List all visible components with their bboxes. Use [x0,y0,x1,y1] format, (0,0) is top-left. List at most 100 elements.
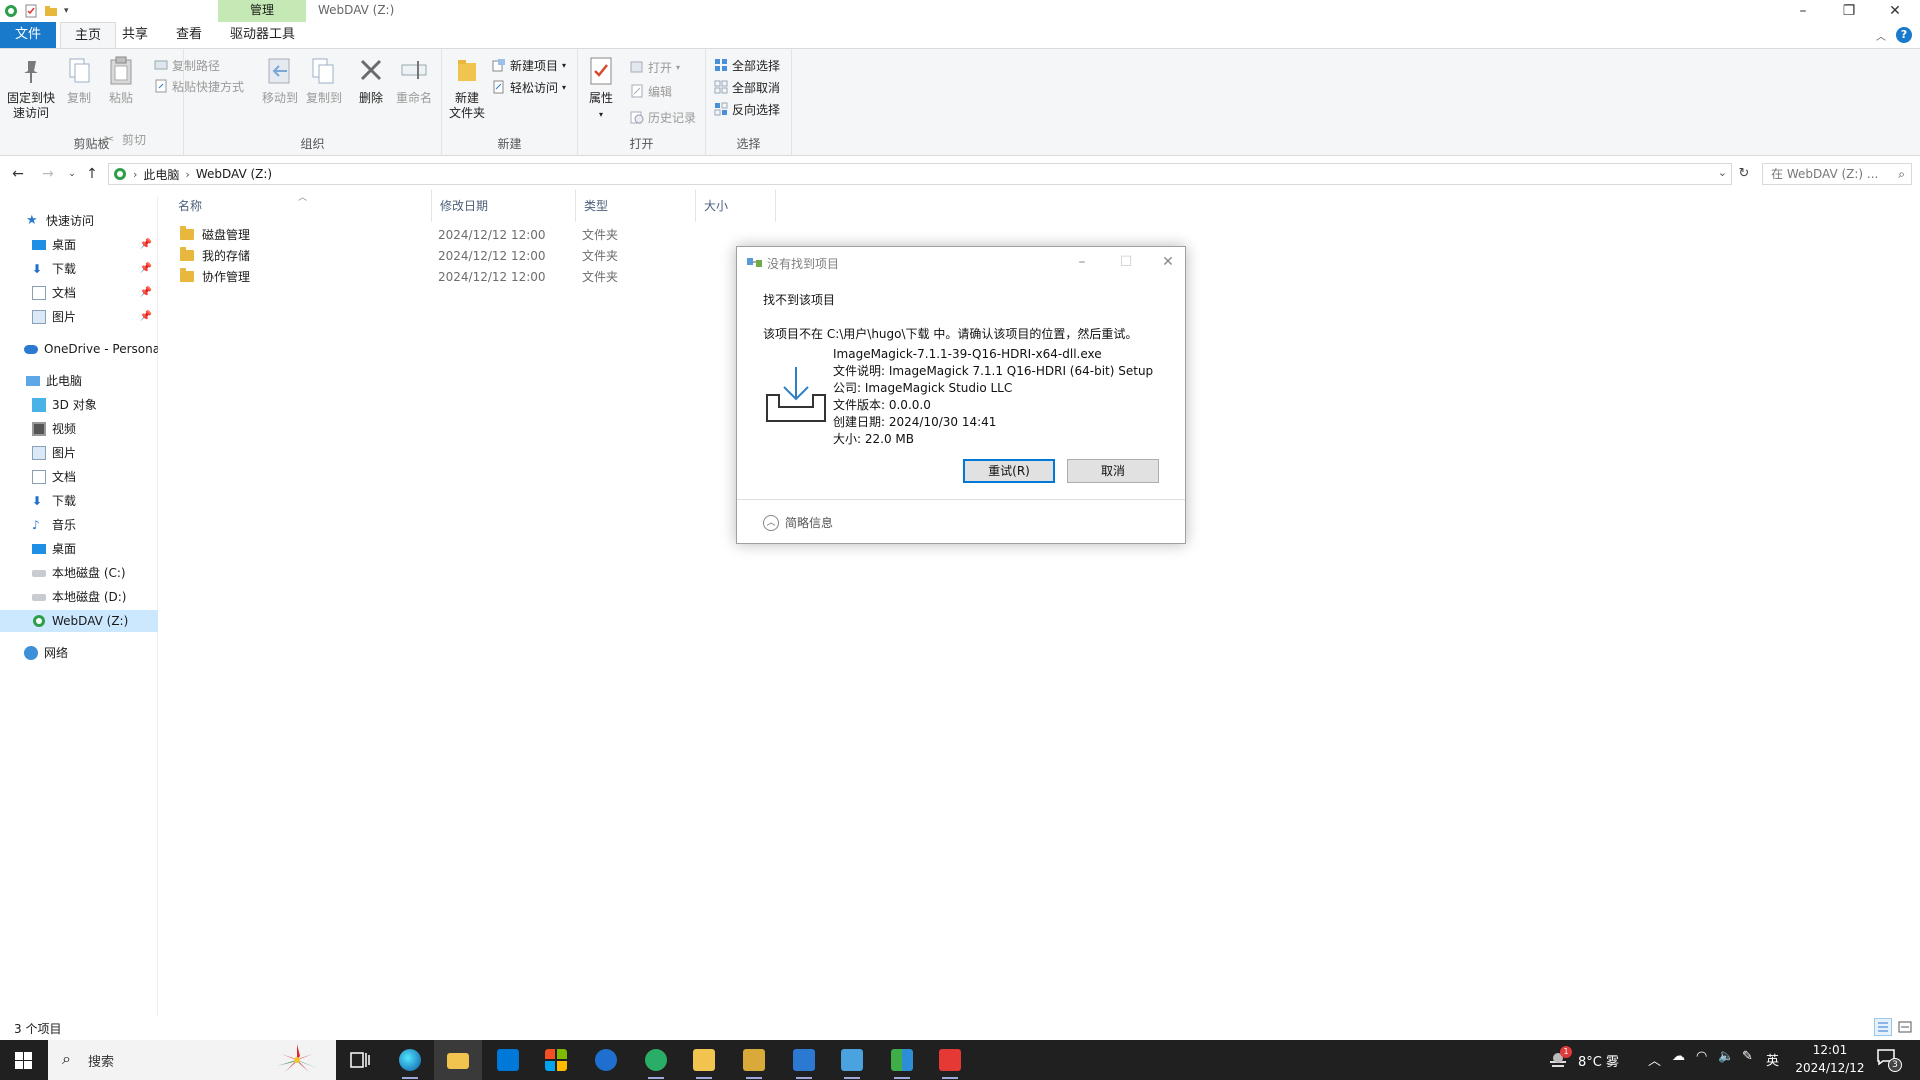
breadcrumb-this-pc[interactable]: 此电脑 [143,166,179,183]
taskbar-tiles-app[interactable] [532,1040,580,1080]
taskbar-red-app[interactable] [926,1040,974,1080]
close-button[interactable]: ✕ [1872,0,1918,22]
taskbar-remote-desktop[interactable] [828,1040,876,1080]
fewer-details-toggle[interactable]: ︿ 简略信息 [763,514,833,531]
tab-file[interactable]: 文件 [0,22,56,48]
nav-pc-webdav[interactable]: WebDAV (Z:) [0,610,158,632]
nav-quick-documents[interactable]: 文档 📌 [0,282,158,304]
back-arrow-icon[interactable]: ← [8,164,28,184]
nav-quick-desktop[interactable]: 桌面 📌 [0,234,158,256]
forward-arrow-icon[interactable]: → [38,164,58,184]
nav-onedrive[interactable]: OneDrive - Persona [0,338,158,360]
breadcrumb-webdav[interactable]: WebDAV (Z:) [196,167,272,181]
nav-quick-downloads[interactable]: ⬇ 下载 📌 [0,258,158,280]
nav-pc-pictures[interactable]: 图片 [0,442,158,464]
pin-icon[interactable]: 📌 [140,258,152,280]
minimize-button[interactable]: – [1780,0,1826,22]
nav-network[interactable]: 网络 [0,642,158,664]
table-row[interactable]: 协作管理 2024/12/12 12:00 文件夹 [170,267,790,288]
rename-button[interactable]: 重命名 [394,55,434,106]
column-header-size[interactable]: 大小 [696,190,776,222]
notification-center-button[interactable]: 3 [1876,1048,1902,1072]
retry-button[interactable]: 重试(R) [963,459,1055,483]
start-button[interactable] [0,1040,48,1080]
dialog-minimize-button[interactable]: – [1067,251,1097,273]
taskbar-feather-app[interactable] [582,1040,630,1080]
new-folder-quick-icon[interactable] [44,4,58,18]
history-button[interactable]: 历史记录 [630,107,696,127]
table-row[interactable]: 我的存储 2024/12/12 12:00 文件夹 [170,246,790,267]
collapse-ribbon-icon[interactable]: ︿ [1876,28,1886,43]
weather-icon[interactable]: 1 [1546,1046,1572,1072]
taskbar-edge-browser[interactable] [386,1040,434,1080]
dialog-close-button[interactable]: ✕ [1153,251,1183,273]
nav-pc-downloads[interactable]: ⬇ 下载 [0,490,158,512]
recent-locations-chevron-icon[interactable]: ⌄ [62,164,82,184]
pin-quick-access-button[interactable]: 固定到快 速访问 [6,55,56,121]
nav-pc-music[interactable]: ♪ 音乐 [0,514,158,536]
nav-pc-videos[interactable]: 视频 [0,418,158,440]
weather-text[interactable]: 8°C 雾 [1578,1051,1619,1070]
nav-this-pc[interactable]: 此电脑 [0,370,158,392]
pin-icon[interactable]: 📌 [140,306,152,328]
show-hidden-icons-chevron-icon[interactable]: ︿ [1648,1050,1661,1069]
tab-share[interactable]: 共享 [108,22,162,48]
easy-access-button[interactable]: 轻松访问 ▾ [492,77,566,97]
restore-button[interactable]: ❐ [1826,0,1872,22]
taskbar-green-app[interactable] [878,1040,926,1080]
clock-date[interactable]: 2024/12/12 [1792,1061,1868,1075]
task-view-button[interactable] [336,1040,384,1080]
delete-button[interactable]: 删除 [354,55,388,106]
address-dropdown-icon[interactable]: ⌄ [1718,166,1727,179]
help-icon[interactable]: ? [1896,27,1912,43]
column-header-modified[interactable]: 修改日期 [432,190,576,222]
copy-to-button[interactable]: 复制到 [304,55,344,106]
properties-quick-icon[interactable] [24,4,38,18]
taskbar-explorer-terminal[interactable] [680,1040,728,1080]
pin-icon[interactable]: 📌 [140,282,152,304]
nav-pc-drive-c[interactable]: 本地磁盘 (C:) [0,562,158,584]
cancel-button[interactable]: 取消 [1067,459,1159,483]
column-header-type[interactable]: 类型 [576,190,696,222]
copy-button[interactable]: 复制 [62,55,96,106]
nav-quick-pictures[interactable]: 图片 📌 [0,306,158,328]
nav-quick-access[interactable]: ★ 快速访问 [0,210,158,232]
new-folder-button[interactable]: 新建 文件夹 [446,55,488,121]
nav-pc-drive-d[interactable]: 本地磁盘 (D:) [0,586,158,608]
ime-indicator[interactable]: 英 [1766,1050,1779,1069]
onedrive-cloud-icon[interactable]: ☁ [1672,1049,1685,1064]
select-none-button[interactable]: 全部取消 [714,77,780,97]
select-all-button[interactable]: 全部选择 [714,55,780,75]
wifi-icon[interactable]: ◠ [1696,1049,1707,1064]
nav-pc-documents[interactable]: 文档 [0,466,158,488]
nav-pc-3d-objects[interactable]: 3D 对象 [0,394,158,416]
tab-drive-tools[interactable]: 驱动器工具 [216,22,309,48]
column-header-name[interactable]: 名称 [170,190,432,222]
large-icons-view-icon[interactable] [1896,1018,1914,1036]
up-arrow-icon[interactable]: ↑ [82,164,102,184]
taskbar-search-box[interactable]: ⌕ 搜索 [48,1040,336,1080]
table-row[interactable]: 磁盘管理 2024/12/12 12:00 文件夹 [170,225,790,246]
properties-button[interactable]: 属性 ▾ [584,55,618,122]
taskbar-store[interactable] [484,1040,532,1080]
taskbar-file-explorer[interactable] [434,1040,482,1080]
open-button[interactable]: 打开 ▾ [630,57,680,77]
taskbar-explorer-terminal-2[interactable] [730,1040,778,1080]
taskbar-wechat[interactable] [632,1040,680,1080]
move-to-button[interactable]: 移动到 [260,55,300,106]
refresh-icon[interactable]: ↻ [1732,163,1756,185]
clock-time[interactable]: 12:01 [1800,1043,1860,1057]
paste-button[interactable]: 粘贴 [104,55,138,106]
volume-icon[interactable]: 🔈 [1718,1049,1734,1064]
edit-button[interactable]: 编辑 [630,81,672,101]
dialog-title-bar[interactable]: 没有找到项目 – ☐ ✕ [737,247,1185,277]
pin-icon[interactable]: 📌 [140,234,152,256]
new-item-button[interactable]: 新建项目 ▾ [492,55,566,75]
invert-selection-button[interactable]: 反向选择 [714,99,780,119]
nav-pc-desktop[interactable]: 桌面 [0,538,158,560]
search-input[interactable]: 在 WebDAV (Z:) ... ⌕ [1762,163,1912,185]
quick-access-dropdown-icon[interactable]: ▾ [64,6,69,16]
pen-input-icon[interactable]: ✎ [1742,1049,1753,1064]
tab-view[interactable]: 查看 [162,22,216,48]
taskbar-control-panel[interactable] [780,1040,828,1080]
